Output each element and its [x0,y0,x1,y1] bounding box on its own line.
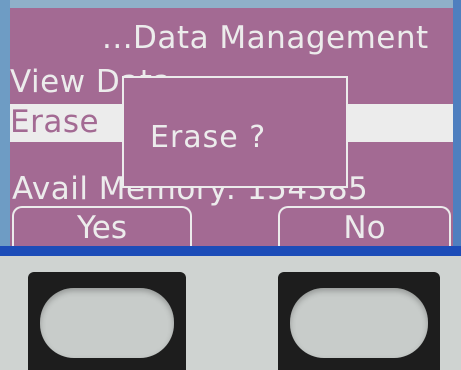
lcd-screen: ...Data Management View Data Erase Avail… [10,8,453,246]
erase-confirm-dialog: Erase ? [122,76,348,188]
device-frame: ...Data Management View Data Erase Avail… [0,0,461,370]
softkey-yes[interactable]: Yes [12,206,192,246]
button-panel [0,256,461,370]
softkey-no[interactable]: No [278,206,451,246]
right-hardware-button[interactable] [290,288,428,358]
right-button-housing [278,272,440,370]
bezel-right [453,0,461,250]
left-hardware-button[interactable] [40,288,174,358]
left-button-housing [28,272,186,370]
screen-title: ...Data Management [102,20,429,56]
bezel-bottom [0,246,461,256]
dialog-message: Erase ? [150,120,267,155]
bezel-left [0,0,10,250]
menu-item-erase[interactable]: Erase [10,104,99,140]
